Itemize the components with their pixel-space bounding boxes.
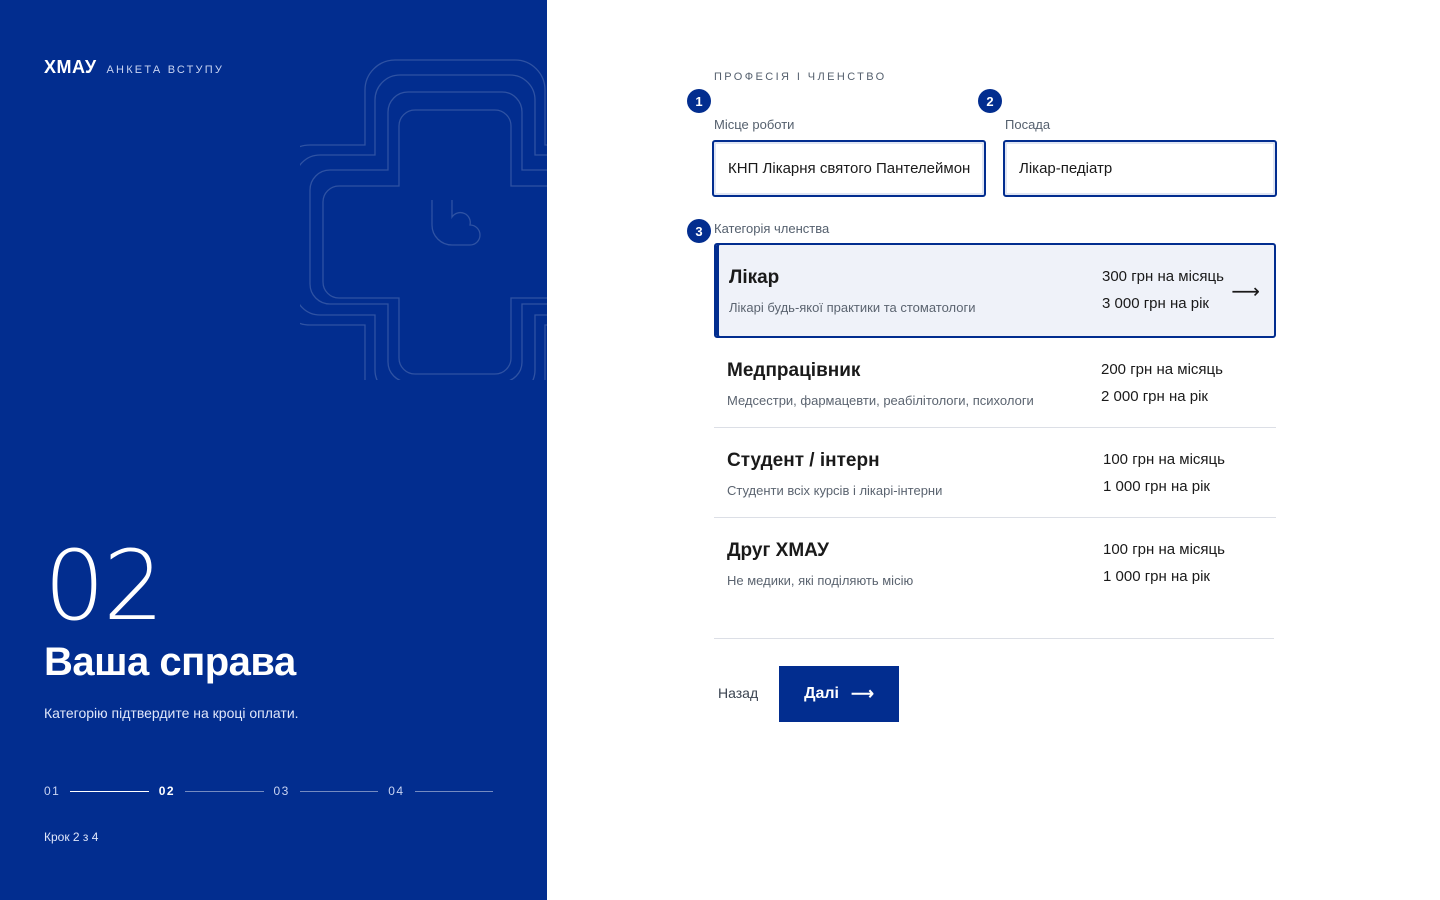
progress-step-4: 04 — [388, 784, 405, 798]
workplace-input[interactable] — [714, 142, 984, 195]
field-badge-3: 3 — [687, 219, 711, 243]
step-number: 02 — [44, 530, 164, 642]
back-button[interactable]: Назад — [718, 685, 758, 701]
position-input[interactable] — [1005, 142, 1275, 195]
progress-line-2 — [185, 790, 264, 792]
option-name: Друг ХМАУ — [727, 540, 829, 561]
option-description: Не медики, які поділяють місію — [727, 573, 914, 588]
option-price-month: 100 грн на місяць — [1103, 451, 1225, 468]
option-description: Студенти всіх курсів і лікарі-інтерни — [727, 483, 943, 498]
option-price-year: 1 000 грн на рік — [1103, 568, 1210, 585]
progress-line-1 — [70, 790, 149, 792]
brand-logo-text: ХМАУ — [44, 57, 97, 77]
next-button-label: Далі — [804, 685, 839, 702]
option-price-month: 200 грн на місяць — [1101, 361, 1223, 378]
option-name: Студент / інтерн — [727, 450, 880, 471]
option-price-year: 2 000 грн на рік — [1101, 388, 1208, 405]
field-badge-2: 2 — [978, 89, 1002, 113]
cross-heart-emblem-icon — [300, 59, 547, 380]
field-badge-1: 1 — [687, 89, 711, 113]
option-price-year: 1 000 грн на рік — [1103, 478, 1210, 495]
membership-options: Лікар Лікарі будь-якої практики та стома… — [714, 243, 1276, 608]
sidebar-panel: ХМАУ АНКЕТА ВСТУПУ 02 Ваша справа Катего… — [0, 0, 547, 900]
step-description: Категорію підтвердите на кроці оплати. — [44, 705, 299, 721]
progress-step-1: 01 — [44, 784, 61, 798]
membership-option-student[interactable]: Студент / інтерн Студенти всіх курсів і … — [714, 428, 1276, 518]
option-name: Медпрацівник — [727, 360, 861, 381]
progress-line-4 — [414, 790, 493, 792]
option-description: Лікарі будь-якої практики та стоматологи — [729, 300, 976, 315]
progress-step-2: 02 — [158, 784, 176, 798]
option-name: Лікар — [729, 267, 780, 288]
workplace-label: Місце роботи — [714, 117, 795, 132]
membership-option-medworker[interactable]: Медпрацівник Медсестри, фармацевти, реаб… — [714, 338, 1276, 428]
brand-subtitle: АНКЕТА ВСТУПУ — [106, 64, 225, 76]
arrow-right-icon: ⟶ — [850, 686, 874, 703]
step-counter: Крок 2 з 4 — [44, 830, 99, 844]
arrow-right-icon: ⟶ — [1231, 281, 1260, 303]
membership-label: Категорія членства — [714, 221, 830, 236]
position-label: Посада — [1005, 117, 1051, 132]
option-price-year: 3 000 грн на рік — [1102, 295, 1209, 312]
next-button[interactable]: Далі ⟶ — [779, 666, 899, 722]
section-title: ПРОФЕСІЯ І ЧЛЕНСТВО — [714, 71, 887, 83]
option-price-month: 300 грн на місяць — [1102, 268, 1224, 285]
progress-line-3 — [299, 790, 379, 792]
progress-step-3: 03 — [273, 784, 290, 798]
position-field-wrap — [1003, 140, 1277, 197]
step-progress: 01 02 03 04 — [44, 784, 503, 798]
membership-option-doctor[interactable]: Лікар Лікарі будь-якої практики та стома… — [714, 243, 1276, 338]
workplace-field-wrap — [712, 140, 986, 197]
brand: ХМАУ АНКЕТА ВСТУПУ — [44, 57, 224, 78]
option-description: Медсестри, фармацевти, реабілітологи, пс… — [727, 393, 1034, 408]
membership-option-friend[interactable]: Друг ХМАУ Не медики, які поділяють місію… — [714, 518, 1276, 608]
option-price-month: 100 грн на місяць — [1103, 541, 1225, 558]
step-title: Ваша справа — [44, 640, 296, 684]
divider — [714, 638, 1274, 639]
